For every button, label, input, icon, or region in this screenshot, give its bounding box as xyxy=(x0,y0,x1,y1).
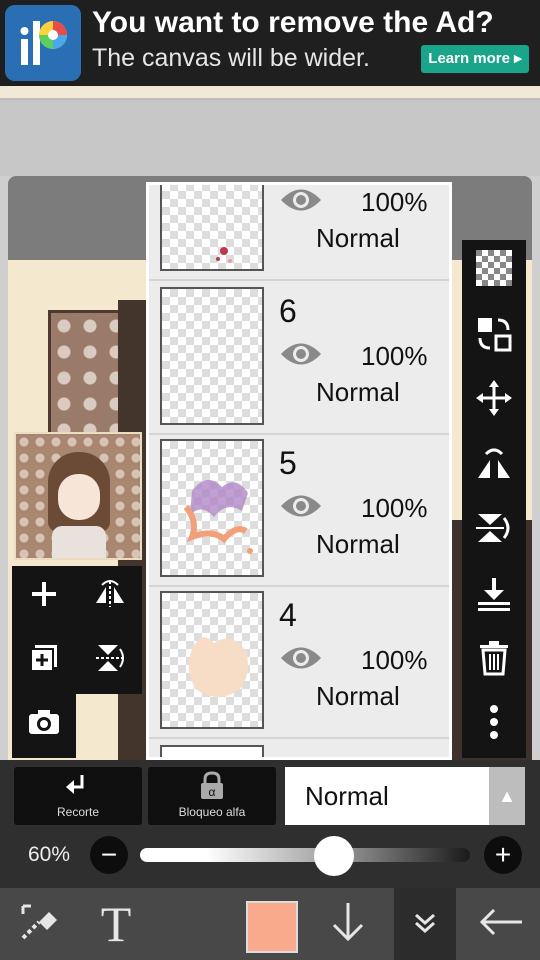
layer-row[interactable]: 6 100% Normal xyxy=(149,281,449,435)
alpha-lock-button[interactable]: α Bloqueo alfa xyxy=(148,767,276,825)
back-button[interactable] xyxy=(466,888,536,960)
layer-opacity: 100% xyxy=(361,645,428,675)
layer-thumbnail[interactable] xyxy=(160,591,264,729)
delete-layer-button[interactable] xyxy=(462,630,526,694)
layer-thumbnail-partial[interactable] xyxy=(160,745,264,757)
visibility-eye-icon[interactable] xyxy=(279,491,323,521)
flip-horizontal-button[interactable] xyxy=(78,566,142,630)
canvas-thumbnail[interactable] xyxy=(14,432,142,560)
visibility-eye-icon[interactable] xyxy=(279,643,323,673)
visibility-eye-icon[interactable] xyxy=(279,339,323,369)
camera-icon xyxy=(27,708,61,744)
transparency-button[interactable] xyxy=(462,240,526,304)
layer-opacity: 100% xyxy=(361,493,428,523)
clipping-button[interactable]: Recorte xyxy=(14,767,142,825)
app-logo-icon[interactable] xyxy=(5,5,81,81)
opacity-slider[interactable] xyxy=(140,848,470,862)
layer-row[interactable]: 100% Normal xyxy=(149,185,449,281)
thumbnail-face xyxy=(58,474,100,520)
opacity-decrease-button[interactable]: − xyxy=(90,836,128,874)
opacity-value: 60% xyxy=(28,843,71,866)
camera-button[interactable] xyxy=(12,694,76,758)
learn-more-button[interactable]: Learn more ▸ xyxy=(421,45,529,73)
text-icon: T xyxy=(100,896,132,952)
triangle-up-icon: ▲ xyxy=(498,785,516,806)
copy-swap-icon xyxy=(476,316,512,360)
move-icon xyxy=(476,380,512,424)
add-layer-icon xyxy=(29,643,59,681)
layers-panel[interactable]: 100% Normal 6 100% Normal 5 100% Normal … xyxy=(146,182,452,760)
merge-down-button[interactable] xyxy=(462,566,526,630)
opacity-slider-handle[interactable] xyxy=(314,836,354,876)
clipping-label: Recorte xyxy=(56,805,100,819)
layer-blend-mode: Normal xyxy=(316,681,400,711)
layer-thumbnail[interactable] xyxy=(160,287,264,425)
back-arrow-icon xyxy=(478,907,524,942)
more-options-button[interactable] xyxy=(462,694,526,758)
workspace-background xyxy=(0,100,540,176)
plus-icon xyxy=(29,579,59,617)
flip-vertical-button[interactable] xyxy=(78,630,142,694)
layer-blend-mode: Normal xyxy=(316,529,400,559)
flip-horizontal-icon xyxy=(92,579,128,617)
layer-row[interactable]: 4 100% Normal xyxy=(149,585,449,739)
thumbnail-body xyxy=(52,526,106,558)
move-button[interactable] xyxy=(462,370,526,434)
arrow-down-icon xyxy=(328,899,368,950)
svg-text:α: α xyxy=(209,785,216,799)
collapse-button[interactable] xyxy=(394,888,456,960)
flip-vertical-icon xyxy=(94,641,126,683)
clipping-arrow-icon xyxy=(64,773,92,806)
visibility-eye-icon[interactable] xyxy=(279,185,323,215)
more-vertical-icon xyxy=(489,704,499,748)
duplicate-layer-button[interactable] xyxy=(12,630,76,694)
eraser-selection-icon xyxy=(17,900,61,949)
layer-blend-mode: Normal xyxy=(316,377,400,407)
text-tool-button[interactable]: T xyxy=(78,888,154,960)
copy-swap-button[interactable] xyxy=(462,306,526,370)
flip-vertical-layer-button[interactable] xyxy=(462,500,526,564)
plus-icon: + xyxy=(494,839,512,870)
rotate-flip-icon xyxy=(476,446,512,490)
ad-divider xyxy=(0,86,540,100)
minus-icon: − xyxy=(100,839,118,870)
layer-number: 6 xyxy=(279,293,297,329)
alpha-lock-label: Bloqueo alfa xyxy=(178,805,246,819)
trash-icon xyxy=(478,640,510,684)
chevron-double-down-icon xyxy=(410,907,440,942)
color-swatch[interactable] xyxy=(246,901,298,953)
blend-mode-dropdown[interactable]: ▲ xyxy=(489,767,525,825)
alpha-lock-icon: α xyxy=(198,771,226,806)
selection-eraser-button[interactable] xyxy=(0,888,78,960)
layer-down-button[interactable] xyxy=(316,888,380,960)
transparency-icon xyxy=(476,250,512,294)
rotate-flip-button[interactable] xyxy=(462,436,526,500)
layer-thumbnail[interactable] xyxy=(160,439,264,577)
layer-thumbnail[interactable] xyxy=(160,185,264,271)
layer-number: 4 xyxy=(279,597,297,633)
add-layer-button[interactable] xyxy=(12,566,76,630)
ad-title[interactable]: You want to remove the Ad? xyxy=(92,6,494,40)
layer-number: 5 xyxy=(279,445,297,481)
blend-mode-select[interactable]: Normal xyxy=(285,767,489,825)
flip-vertical-icon xyxy=(476,510,512,554)
layer-row[interactable]: 5 100% Normal xyxy=(149,433,449,587)
layer-opacity: 100% xyxy=(361,187,428,217)
ad-subtitle[interactable]: The canvas will be wider. xyxy=(92,44,370,73)
opacity-increase-button[interactable]: + xyxy=(484,836,522,874)
merge-down-icon xyxy=(476,576,512,620)
layer-opacity: 100% xyxy=(361,341,428,371)
layer-blend-mode: Normal xyxy=(316,223,400,253)
